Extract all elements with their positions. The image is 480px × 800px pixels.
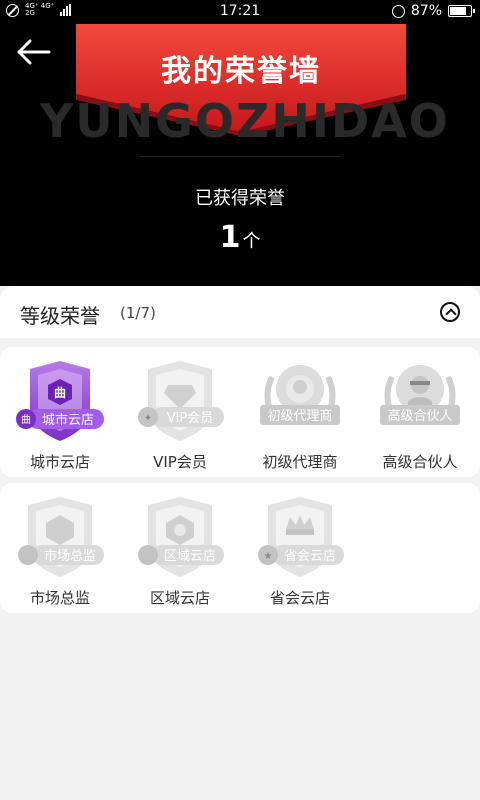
earned-count-unit: 个	[242, 231, 261, 252]
brand-watermark: YUNGOZHIDAO	[40, 94, 450, 148]
badge-row-2: 市场总监 市场总监 区域云店 区域云店 ★ 省会云店 省会云店	[0, 483, 480, 613]
earned-count-number: 1	[219, 220, 241, 255]
badge-label: 市场总监	[29, 589, 90, 607]
divider	[140, 156, 340, 157]
status-right: 87%	[391, 3, 475, 19]
provincial-cloud-store-badge-icon: ★ 省会云店	[258, 497, 344, 577]
junior-agent-badge-icon: 初级代理商	[260, 365, 340, 425]
empty-bottom-area	[0, 620, 480, 800]
battery-percent: 87%	[410, 3, 442, 19]
section-progress: (1/7)	[120, 304, 156, 322]
alarm-icon	[391, 4, 405, 18]
regional-cloud-store-badge-icon: 区域云店	[138, 497, 224, 577]
badge-label: 初级代理商	[262, 453, 338, 471]
city-cloud-store-badge-icon: 曲 曲 城市云店	[16, 361, 104, 441]
badge-label: 高级合伙人	[382, 453, 458, 471]
badge-label: 区域云店	[149, 589, 210, 607]
badge-marketing-director[interactable]: 市场总监 市场总监	[0, 483, 120, 613]
status-bar: 4G⁺ 4G⁺ 2G 17:21 87%	[0, 0, 480, 24]
badge-junior-agent[interactable]: 初级代理商 初级代理商	[240, 347, 360, 477]
badge-label: 城市云店	[29, 453, 90, 471]
vip-member-badge-icon: ✦ VIP会员	[138, 361, 224, 441]
badge-regional-cloud-store[interactable]: 区域云店 区域云店	[120, 483, 240, 613]
badge-ribbon-text: 城市云店	[42, 412, 94, 428]
back-button[interactable]	[16, 38, 56, 68]
honor-wall-header: 我的荣誉墙 YUNGOZHIDAO 已获得荣誉 1个	[0, 24, 480, 286]
svg-text:曲: 曲	[21, 414, 31, 426]
svg-text:★: ★	[264, 551, 273, 562]
collapse-chevron-icon[interactable]	[440, 302, 460, 322]
badge-senior-partner[interactable]: 高级合伙人 高级合伙人	[360, 347, 480, 477]
back-arrow-icon	[17, 39, 51, 65]
badge-label: VIP会员	[153, 453, 207, 471]
badge-provincial-cloud-store[interactable]: ★ 省会云店 省会云店	[240, 483, 360, 613]
page-title: 我的荣誉墙	[161, 54, 321, 89]
marketing-director-badge-icon: 市场总监	[18, 497, 104, 577]
badge-label: 省会云店	[269, 589, 330, 607]
badge-emblem: 曲	[54, 385, 66, 400]
badge-ribbon-text: 区域云店	[164, 549, 216, 564]
senior-partner-badge-icon: 高级合伙人	[380, 365, 460, 425]
level-honors-section-header: 等级荣誉 (1/7)	[0, 286, 480, 338]
earned-count: 1个	[0, 220, 480, 255]
section-title: 等级荣誉	[20, 304, 100, 328]
badge-city-cloud-store[interactable]: 曲 曲 城市云店 城市云店	[0, 347, 120, 477]
badge-ribbon-text: 高级合伙人	[387, 408, 452, 424]
battery-icon	[448, 5, 475, 17]
svg-text:✦: ✦	[144, 413, 152, 424]
badge-ribbon-text: 省会云店	[284, 549, 336, 564]
earned-label: 已获得荣誉	[195, 188, 285, 209]
badge-vip-member[interactable]: ✦ VIP会员 VIP会员	[120, 347, 240, 477]
badge-ribbon-text: 初级代理商	[267, 409, 332, 424]
badge-ribbon-text: 市场总监	[44, 548, 96, 564]
badge-ribbon-text: VIP会员	[167, 411, 214, 426]
badge-row-1: 曲 曲 城市云店 城市云店 ✦ VIP会员 VIP会员 初级代理商 初级代理商 …	[0, 347, 480, 477]
